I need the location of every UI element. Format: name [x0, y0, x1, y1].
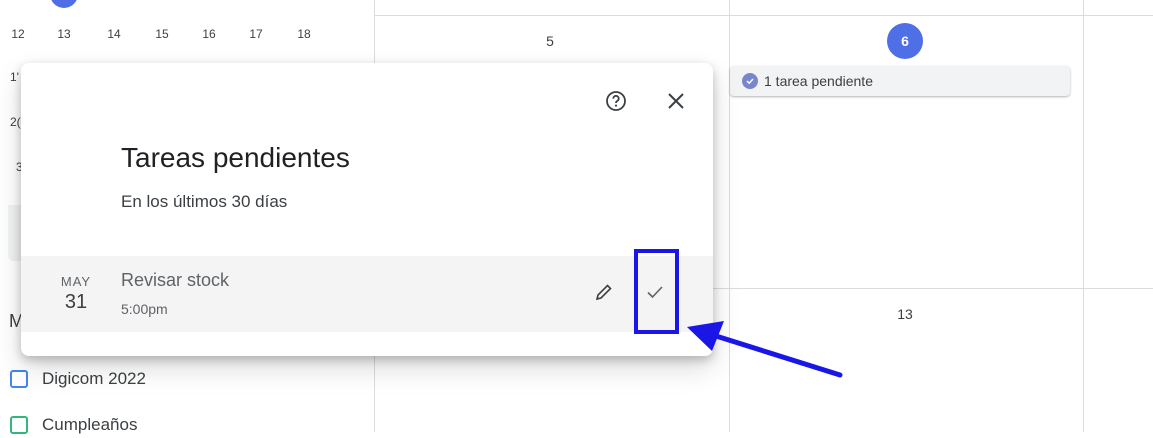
today-day-number[interactable]: 6	[887, 23, 923, 59]
task-time: 5:00pm	[121, 301, 168, 317]
task-date: MAY 31	[51, 274, 101, 314]
grid-line	[374, 15, 1153, 16]
day-number[interactable]: 13	[885, 306, 925, 322]
pending-tasks-dialog: Tareas pendientes En los últimos 30 días…	[21, 63, 713, 356]
dialog-title: Tareas pendientes	[121, 142, 350, 173]
close-button[interactable]	[660, 87, 692, 119]
mini-day[interactable]: 15	[150, 24, 174, 44]
highlight-box	[634, 249, 679, 334]
task-day: 31	[64, 291, 88, 313]
calendar-item-cumpleanos[interactable]: Cumpleaños	[10, 412, 137, 438]
calendar-checkbox[interactable]	[10, 416, 28, 434]
calendar-label: Digicom 2022	[42, 369, 146, 388]
edit-task-button[interactable]	[588, 278, 620, 310]
grid-line	[729, 0, 730, 432]
close-icon	[667, 92, 685, 115]
calendar-label: Cumpleaños	[42, 415, 138, 434]
today-day-label: 6	[901, 33, 909, 49]
task-check-circle-icon	[742, 73, 758, 89]
mini-calendar-today-marker[interactable]	[50, 0, 78, 8]
pending-tasks-chip[interactable]: 1 tarea pendiente	[730, 66, 1070, 96]
dialog-subtitle: En los últimos 30 días	[121, 192, 288, 211]
help-circle-icon	[605, 90, 627, 117]
calendar-item-digicom[interactable]: Digicom 2022	[10, 366, 146, 392]
help-button[interactable]	[600, 87, 632, 119]
task-title[interactable]: Revisar stock	[121, 270, 229, 291]
grid-line	[1083, 0, 1084, 432]
pencil-icon	[594, 282, 614, 307]
mini-day-partial: 2(	[10, 115, 21, 129]
mini-day[interactable]: 14	[102, 24, 126, 44]
calendar-checkbox[interactable]	[10, 370, 28, 388]
mini-day[interactable]: 17	[244, 24, 268, 44]
pending-tasks-label: 1 tarea pendiente	[764, 73, 873, 89]
mini-day[interactable]: 18	[292, 24, 316, 44]
mini-day-partial: 1'	[10, 70, 19, 84]
task-month: MAY	[60, 274, 92, 289]
mini-day[interactable]: 12	[6, 24, 30, 44]
task-row[interactable]: MAY 31 Revisar stock 5:00pm	[21, 256, 713, 332]
mini-day[interactable]: 16	[197, 24, 221, 44]
day-number[interactable]: 5	[530, 33, 570, 49]
mini-day[interactable]: 13	[52, 24, 76, 44]
